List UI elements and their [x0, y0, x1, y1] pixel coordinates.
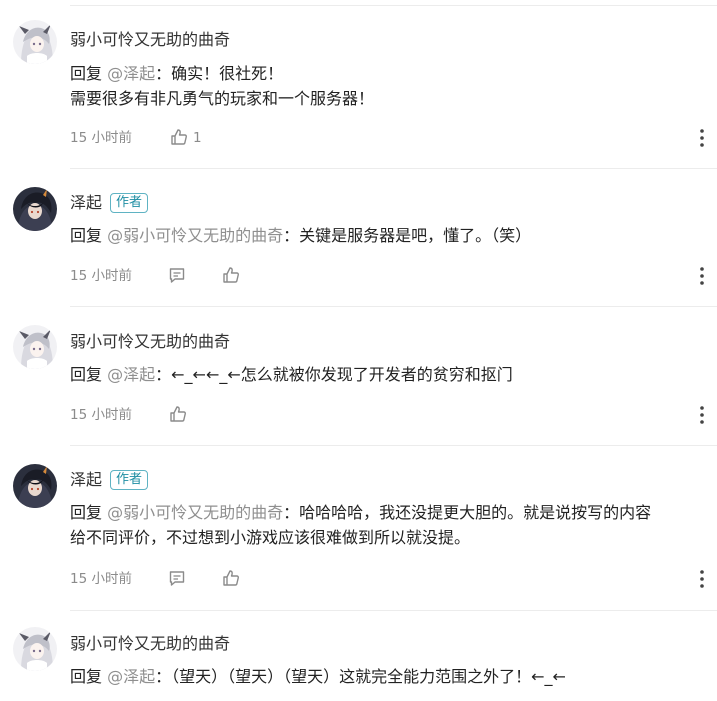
separator: ： [155, 365, 172, 384]
mention-link[interactable]: @泽起 [107, 667, 155, 686]
thumbs-up-icon [223, 570, 239, 586]
comment-text-line: 哈哈哈哈，我还没提更大胆的。就是说按写的内容 [299, 503, 652, 522]
more-vertical-icon [700, 129, 704, 147]
timestamp: 15 小时前 [70, 571, 132, 587]
comment-meta: 15 小时前 [70, 569, 250, 589]
thumbs-up-icon [171, 129, 187, 145]
more-options-button[interactable] [697, 266, 707, 286]
author-name[interactable]: 弱小可怜又无助的曲奇 [70, 634, 230, 653]
author-badge: 作者 [110, 470, 149, 490]
author-badge: 作者 [110, 193, 149, 213]
reply-bubble-icon [169, 571, 185, 586]
timestamp: 15 小时前 [70, 268, 132, 284]
mention-link[interactable]: @弱小可怜又无助的曲奇 [107, 503, 283, 522]
more-vertical-icon [700, 267, 704, 285]
comment-body: 回复 @泽起：←_←←_←怎么就被你发现了开发者的贫穷和抠门 [70, 362, 710, 387]
anime-girl-avatar-icon [13, 20, 57, 64]
comment-meta: 15 小时前 [70, 405, 250, 425]
comment-text-line: （望天）（望天）（望天）这就完全能力范围之外了！←_← [171, 667, 566, 686]
dark-character-avatar-icon [13, 187, 57, 231]
reply-label: 回复 [70, 64, 103, 83]
divider [70, 306, 717, 307]
comment-body: 回复 @弱小可怜又无助的曲奇：哈哈哈哈，我还没提更大胆的。就是说按写的内容 给不… [70, 500, 710, 550]
comment-author[interactable]: 泽起 作者 [70, 193, 149, 213]
avatar[interactable] [13, 627, 57, 671]
like-count: 1 [193, 130, 202, 146]
separator: ： [155, 64, 172, 83]
mention-link[interactable]: @泽起 [107, 365, 155, 384]
comment-body: 回复 @泽起：确实！很社死！ 需要很多有非凡勇气的玩家和一个服务器！ [70, 61, 710, 111]
reply-button[interactable] [168, 266, 186, 290]
reply-label: 回复 [70, 365, 103, 384]
comment-author[interactable]: 弱小可怜又无助的曲奇 [70, 332, 230, 352]
divider [70, 610, 717, 611]
like-button[interactable] [169, 405, 187, 429]
mention-link[interactable]: @弱小可怜又无助的曲奇 [107, 226, 283, 245]
comment-list: 弱小可怜又无助的曲奇 回复 @泽起：确实！很社死！ 需要很多有非凡勇气的玩家和一… [0, 0, 717, 701]
more-options-button[interactable] [697, 405, 707, 425]
comment-text-line: ←_←←_←怎么就被你发现了开发者的贫穷和抠门 [171, 365, 513, 384]
dark-character-avatar-icon [13, 464, 57, 508]
reply-bubble-icon [169, 268, 185, 283]
comment-text-line: 关键是服务器是吧，懂了。（笑） [299, 226, 532, 245]
like-button[interactable] [222, 569, 240, 593]
avatar[interactable] [13, 187, 57, 231]
comment-text-line: 给不同评价，不过想到小游戏应该很难做到所以就没提。 [70, 528, 471, 547]
comment-text-line: 需要很多有非凡勇气的玩家和一个服务器！ [70, 89, 375, 108]
thumbs-up-icon [170, 406, 186, 422]
timestamp: 15 小时前 [70, 407, 132, 423]
anime-girl-avatar-icon [13, 627, 57, 671]
avatar[interactable] [13, 325, 57, 369]
divider [70, 445, 717, 446]
author-name[interactable]: 弱小可怜又无助的曲奇 [70, 30, 230, 49]
reply-label: 回复 [70, 226, 103, 245]
comment-body: 回复 @泽起：（望天）（望天）（望天）这就完全能力范围之外了！←_← [70, 664, 710, 689]
comment-text-line: 确实！很社死！ [171, 64, 284, 83]
author-name[interactable]: 泽起 [70, 470, 102, 489]
more-options-button[interactable] [697, 128, 707, 148]
timestamp: 15 小时前 [70, 130, 132, 146]
avatar[interactable] [13, 464, 57, 508]
author-name[interactable]: 弱小可怜又无助的曲奇 [70, 332, 230, 351]
anime-girl-avatar-icon [13, 325, 57, 369]
comment-meta: 15 小时前 [70, 266, 250, 286]
divider [70, 5, 717, 6]
comment-body: 回复 @弱小可怜又无助的曲奇：关键是服务器是吧，懂了。（笑） [70, 223, 710, 248]
more-vertical-icon [700, 406, 704, 424]
more-options-button[interactable] [697, 569, 707, 589]
like-button[interactable] [222, 266, 240, 290]
reply-button[interactable] [168, 569, 186, 593]
separator: ： [283, 503, 300, 522]
avatar[interactable] [13, 20, 57, 64]
separator: ： [283, 226, 300, 245]
separator: ： [155, 667, 172, 686]
like-button[interactable] [170, 128, 188, 152]
reply-label: 回复 [70, 667, 103, 686]
divider [70, 168, 717, 169]
comment-author[interactable]: 弱小可怜又无助的曲奇 [70, 30, 230, 50]
author-name[interactable]: 泽起 [70, 193, 102, 212]
more-vertical-icon [700, 570, 704, 588]
thumbs-up-icon [223, 267, 239, 283]
mention-link[interactable]: @泽起 [107, 64, 155, 83]
reply-label: 回复 [70, 503, 103, 522]
comment-author[interactable]: 泽起 作者 [70, 470, 149, 490]
comment-meta: 15 小时前 1 [70, 128, 250, 148]
comment-author[interactable]: 弱小可怜又无助的曲奇 [70, 634, 230, 654]
